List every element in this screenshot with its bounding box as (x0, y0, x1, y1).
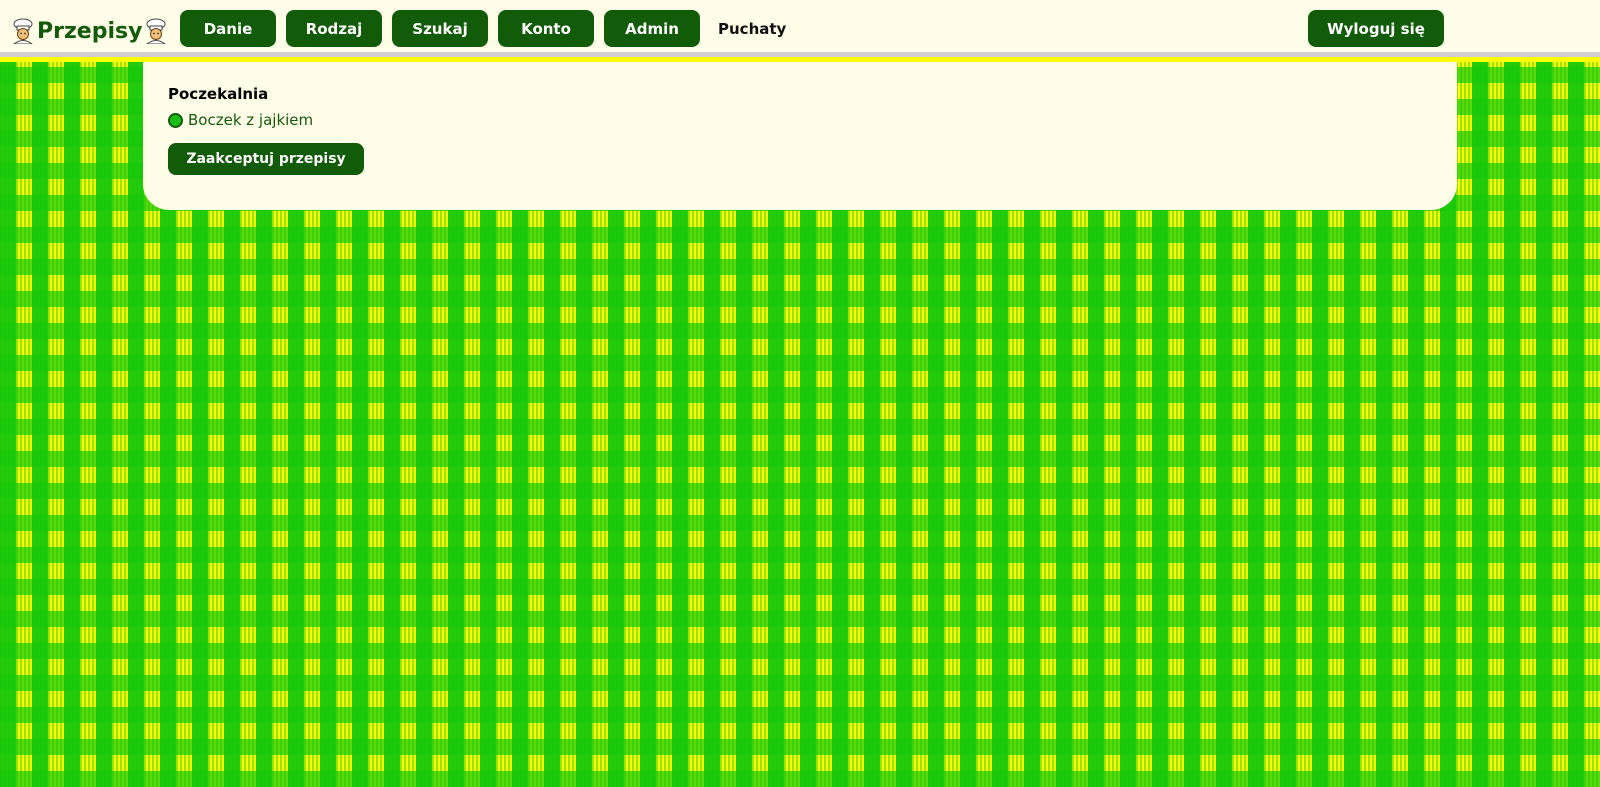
recipe-option-label: Boczek z jajkiem (188, 111, 314, 129)
panel-title: Poczekalnia (168, 85, 269, 103)
nav-button-szukaj[interactable]: Szukaj (392, 10, 488, 47)
nav-button-danie[interactable]: Danie (180, 10, 276, 47)
nav-button-admin[interactable]: Admin (604, 10, 700, 47)
logo[interactable]: Przepisy (11, 15, 168, 47)
logout-button[interactable]: Wyloguj się (1308, 10, 1444, 47)
waiting-room-panel: Poczekalnia Boczek z jajkiem Zaakceptuj … (143, 62, 1457, 210)
radio-selected-icon[interactable] (168, 112, 183, 128)
nav-link-username[interactable]: Puchaty (718, 10, 786, 47)
chef-icon (144, 18, 168, 45)
top-navigation-bar: Przepisy Danie Rodzaj Szukaj Konto Admin… (0, 0, 1600, 57)
nav-button-rodzaj[interactable]: Rodzaj (286, 10, 382, 47)
nav-button-konto[interactable]: Konto (498, 10, 594, 47)
accept-recipes-button[interactable]: Zaakceptuj przepisy (168, 143, 364, 175)
logo-text: Przepisy (37, 18, 143, 44)
chef-icon (11, 18, 35, 45)
recipe-option[interactable]: Boczek z jajkiem (168, 111, 313, 129)
